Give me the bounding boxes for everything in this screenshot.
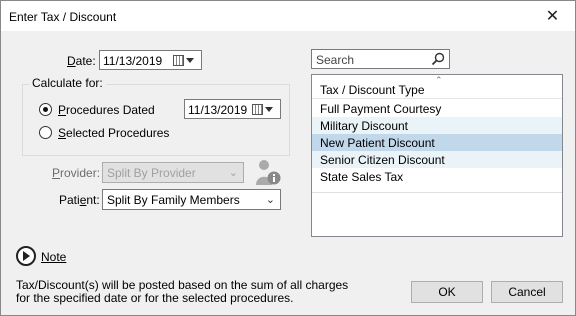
calculate-for-group [22, 84, 290, 156]
calculate-for-label: Calculate for: [29, 76, 106, 90]
tax-discount-grid[interactable]: ⌃ Tax / Discount Type Full Payment Court… [311, 74, 563, 237]
grid-row[interactable]: Full Payment Courtesy [312, 100, 562, 117]
grid-row[interactable]: State Sales Tax [312, 168, 562, 185]
procedures-dated-label[interactable]: Procedures Dated [58, 103, 155, 117]
date-picker-button[interactable] [173, 53, 199, 67]
patient-value: Split By Family Members [107, 193, 240, 207]
chevron-down-icon: ⌄ [228, 167, 238, 179]
date-label: Date: [67, 54, 96, 68]
provider-label: Provider: [52, 166, 101, 180]
procedures-dated-radio[interactable] [39, 103, 52, 116]
grid-row-label: New Patient Discount [320, 136, 435, 150]
patient-label: Patient: [59, 193, 100, 207]
note-link[interactable]: Note [41, 250, 66, 264]
search-placeholder: Search [316, 53, 355, 67]
grid-row-label: Senior Citizen Discount [320, 153, 445, 167]
grid-header[interactable]: ⌃ Tax / Discount Type [312, 75, 562, 99]
selected-procedures-label[interactable]: Selected Procedures [58, 126, 169, 140]
chevron-down-icon [265, 106, 273, 112]
procedures-date-picker-button[interactable] [252, 102, 278, 116]
close-button[interactable]: ✕ [530, 1, 575, 31]
footer-description: Tax/Discount(s) will be posted based on … [16, 278, 349, 305]
search-icon[interactable] [431, 52, 445, 66]
date-value: 11/13/2019 [103, 54, 163, 68]
sort-ascending-icon: ⌃ [435, 75, 443, 85]
grid-row[interactable]: Military Discount [312, 117, 562, 134]
date-field[interactable]: 11/13/2019 [99, 50, 202, 70]
procedures-date-value: 11/13/2019 [188, 103, 248, 117]
procedures-date-field[interactable]: 11/13/2019 [184, 99, 281, 119]
chevron-down-icon [186, 57, 194, 63]
grid-row-selected[interactable]: New Patient Discount [312, 134, 562, 151]
chevron-down-icon: ⌄ [265, 194, 275, 206]
grid-row-label: Military Discount [320, 119, 409, 133]
provider-value: Split By Provider [107, 166, 196, 180]
play-icon[interactable] [16, 246, 36, 266]
calendar-icon [173, 54, 184, 66]
grid-row-label: Full Payment Courtesy [320, 102, 442, 116]
grid-divider [312, 192, 562, 193]
patient-dropdown[interactable]: Split By Family Members ⌄ [102, 189, 281, 210]
grid-row-label: State Sales Tax [320, 170, 404, 184]
dialog-body: Date: 11/13/2019 Calculate for: Procedur… [0, 31, 576, 316]
grid-header-label: Tax / Discount Type [320, 83, 425, 97]
selected-procedures-radio[interactable] [39, 126, 52, 139]
title-bar: Enter Tax / Discount ✕ [0, 0, 576, 31]
close-icon: ✕ [545, 8, 560, 25]
search-input[interactable]: Search [311, 49, 450, 69]
cancel-button[interactable]: Cancel [491, 281, 563, 303]
ok-button[interactable]: OK [411, 281, 483, 303]
info-icon[interactable] [255, 158, 281, 186]
window-title: Enter Tax / Discount [9, 10, 117, 24]
grid-row[interactable]: Senior Citizen Discount [312, 151, 562, 168]
provider-dropdown[interactable]: Split By Provider ⌄ [102, 162, 244, 183]
calendar-icon [252, 103, 263, 115]
